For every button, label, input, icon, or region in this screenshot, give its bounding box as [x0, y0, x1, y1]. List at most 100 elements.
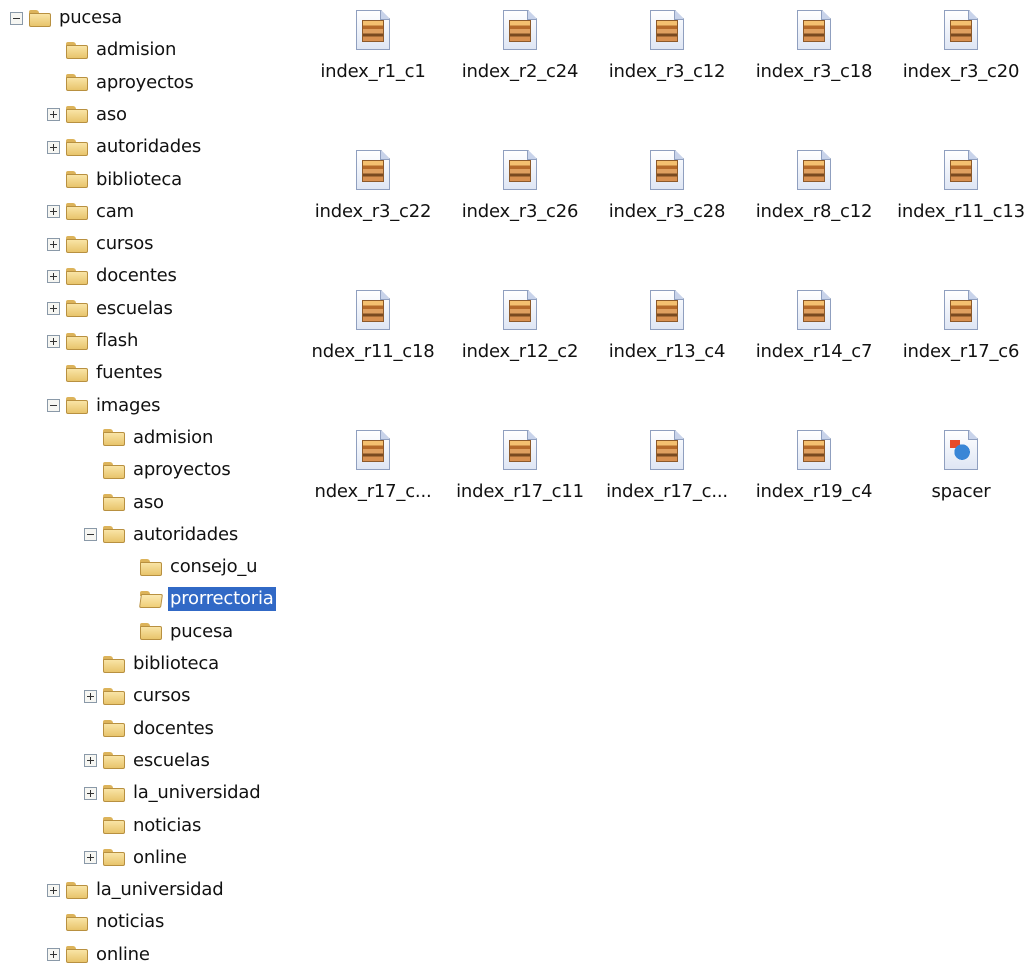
- expand-plus-icon[interactable]: [84, 786, 97, 800]
- tree-item[interactable]: consejo_u: [121, 552, 259, 582]
- file-name: index_r14_c7: [755, 341, 873, 362]
- tree-item[interactable]: la_universidad: [84, 778, 262, 808]
- tree-item[interactable]: flash: [47, 326, 140, 356]
- file-item[interactable]: index_r17_c6: [886, 290, 1035, 362]
- tree-item[interactable]: docentes: [47, 261, 179, 291]
- tree-item-label: online: [133, 846, 187, 868]
- folder-icon: [66, 332, 88, 350]
- collapse-minus-icon[interactable]: [47, 399, 60, 413]
- file-item[interactable]: index_r3_c28: [592, 150, 742, 222]
- expand-plus-icon[interactable]: [47, 948, 60, 962]
- file-name: index_r3_c20: [902, 61, 1020, 82]
- image-file-icon: [356, 290, 390, 330]
- tree-item[interactable]: online: [47, 940, 152, 970]
- tree-item[interactable]: cursos: [84, 681, 192, 711]
- tree-item-label: fuentes: [96, 362, 163, 384]
- image-file-icon: [944, 290, 978, 330]
- folder-icon: [66, 397, 88, 415]
- tree-item[interactable]: cursos: [47, 229, 155, 259]
- expand-plus-icon[interactable]: [47, 269, 60, 283]
- collapse-minus-icon[interactable]: [84, 528, 97, 542]
- collapse-minus-icon[interactable]: [10, 11, 23, 25]
- tree-item[interactable]: noticias: [47, 907, 166, 937]
- file-item[interactable]: index_r1_c1: [298, 10, 448, 82]
- tree-item[interactable]: autoridades: [47, 132, 203, 162]
- tree-item[interactable]: biblioteca: [47, 165, 184, 195]
- file-name: index_r8_c12: [755, 201, 873, 222]
- tree-item-label: aso: [96, 103, 127, 125]
- expand-plus-icon[interactable]: [47, 205, 60, 219]
- file-item[interactable]: ndex_r11_c18: [298, 290, 448, 362]
- folder-icon: [103, 817, 125, 834]
- file-item[interactable]: index_r3_c26: [445, 150, 595, 222]
- tree-item[interactable]: prorrectoria: [121, 584, 276, 614]
- tree-item-label: cam: [96, 200, 134, 222]
- file-item[interactable]: index_r8_c12: [739, 150, 889, 222]
- tree-item[interactable]: images: [47, 391, 162, 421]
- file-item[interactable]: index_r19_c4: [739, 430, 889, 502]
- tree-item[interactable]: online: [84, 843, 189, 873]
- file-item[interactable]: index_r2_c24: [445, 10, 595, 82]
- file-item[interactable]: index_r3_c20: [886, 10, 1035, 82]
- tree-item[interactable]: admision: [47, 35, 178, 65]
- expand-plus-icon[interactable]: [47, 883, 60, 897]
- folder-icon: [66, 171, 88, 188]
- tree-item-label: admision: [133, 426, 214, 448]
- tree-item[interactable]: escuelas: [84, 746, 212, 776]
- tree-item-label: escuelas: [96, 297, 173, 319]
- folder-icon: [66, 41, 88, 59]
- file-item[interactable]: index_r14_c7: [739, 290, 889, 362]
- tree-item[interactable]: fuentes: [47, 358, 164, 388]
- tree-item[interactable]: admision: [84, 423, 215, 453]
- tree-item[interactable]: aso: [47, 100, 129, 130]
- tree-item[interactable]: biblioteca: [84, 649, 221, 679]
- tree-item-label: images: [96, 394, 161, 416]
- folder-icon: [66, 267, 88, 285]
- tree-item[interactable]: aso: [84, 488, 166, 518]
- tree-item[interactable]: escuelas: [47, 294, 175, 324]
- tree-item-label: la_universidad: [96, 879, 224, 901]
- expand-plus-icon[interactable]: [84, 851, 97, 865]
- file-item[interactable]: index_r17_c11: [445, 430, 595, 502]
- image-file-icon: [503, 150, 537, 190]
- file-item[interactable]: index_r13_c4: [592, 290, 742, 362]
- folder-open-icon: [140, 590, 162, 608]
- tree-item[interactable]: aproyectos: [84, 455, 233, 485]
- expand-plus-icon[interactable]: [84, 689, 97, 703]
- tree-item[interactable]: pucesa: [10, 3, 124, 33]
- file-item[interactable]: index_r3_c12: [592, 10, 742, 82]
- file-item[interactable]: index_r3_c22: [298, 150, 448, 222]
- folder-icon: [103, 720, 125, 738]
- image-file-icon: [797, 10, 831, 50]
- expand-plus-icon[interactable]: [47, 334, 60, 348]
- file-item[interactable]: ndex_r17_c...: [298, 430, 448, 502]
- file-item[interactable]: spacer: [886, 430, 1035, 502]
- tree-item-label: pucesa: [170, 620, 234, 642]
- image-file-icon: [797, 150, 831, 190]
- image-file-icon: [356, 10, 390, 50]
- file-item[interactable]: index_r17_c...: [592, 430, 742, 502]
- file-item[interactable]: index_r12_c2: [445, 290, 595, 362]
- expand-plus-icon[interactable]: [47, 237, 60, 251]
- folder-icon: [103, 429, 125, 447]
- tree-item[interactable]: pucesa: [121, 617, 235, 647]
- image-file-icon: [650, 150, 684, 190]
- expand-plus-icon[interactable]: [47, 302, 60, 316]
- tree-item[interactable]: la_universidad: [47, 875, 225, 905]
- image-file-icon: [356, 150, 390, 190]
- tree-item[interactable]: autoridades: [84, 520, 240, 550]
- file-name: index_r17_c...: [606, 481, 728, 502]
- tree-item-label: noticias: [96, 911, 165, 933]
- folder-icon: [66, 364, 88, 382]
- tree-item[interactable]: noticias: [84, 811, 203, 841]
- tree-item-label: consejo_u: [170, 556, 258, 578]
- folder-icon: [66, 881, 88, 899]
- tree-item[interactable]: docentes: [84, 714, 216, 744]
- expand-plus-icon[interactable]: [47, 108, 60, 122]
- tree-item[interactable]: aproyectos: [47, 68, 196, 98]
- expand-plus-icon[interactable]: [47, 140, 60, 154]
- tree-item[interactable]: cam: [47, 197, 136, 227]
- expand-plus-icon[interactable]: [84, 754, 97, 768]
- file-item[interactable]: index_r11_c13: [886, 150, 1035, 222]
- file-item[interactable]: index_r3_c18: [739, 10, 889, 82]
